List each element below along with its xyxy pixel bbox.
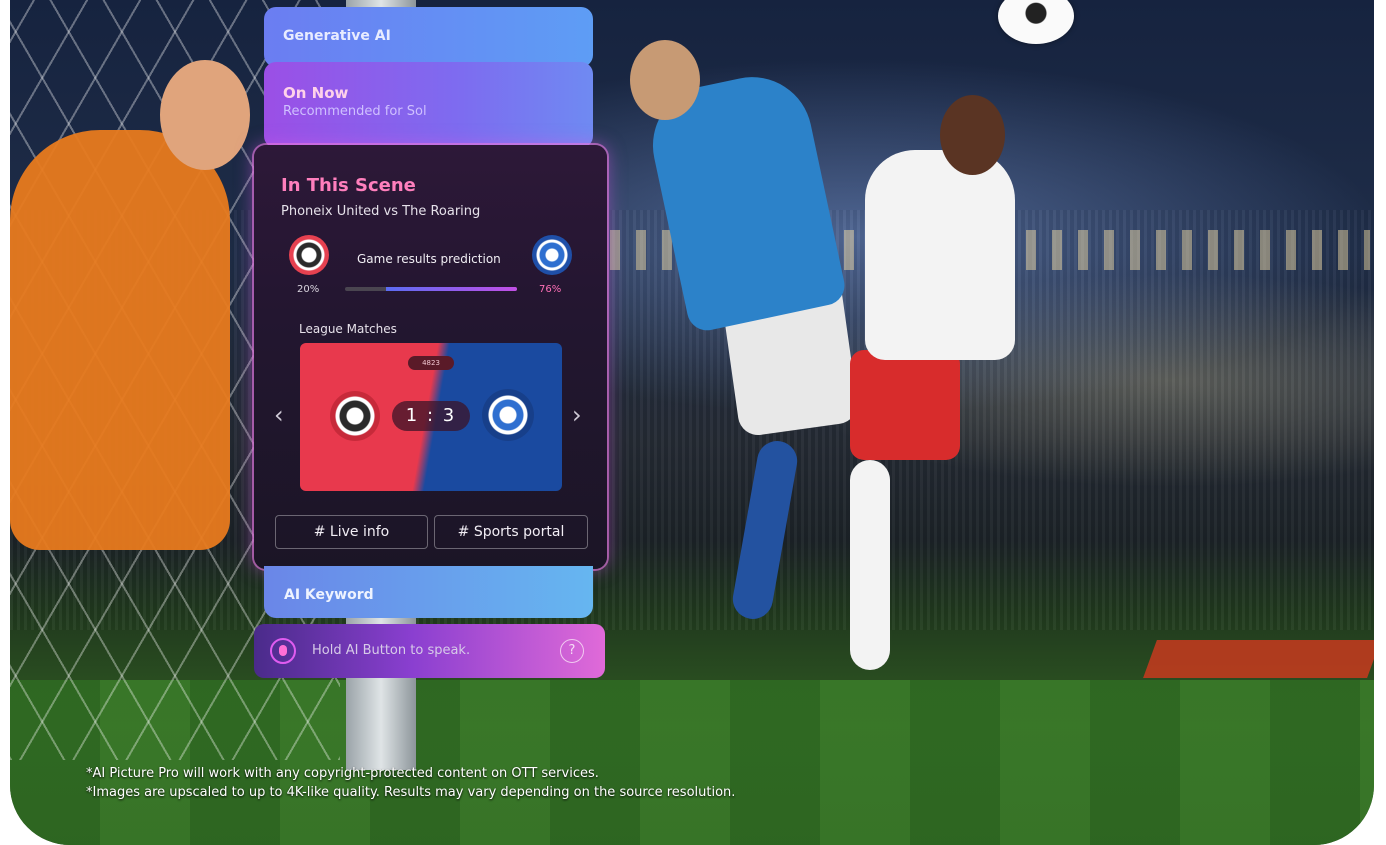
score-separator: : — [426, 405, 436, 426]
voice-prompt-bar[interactable]: Hold AI Button to speak. ? — [254, 624, 605, 678]
live-info-chip[interactable]: # Live info — [275, 515, 428, 549]
score-home: 1 — [405, 405, 420, 426]
match-away-logo — [482, 389, 534, 441]
match-title: Phoneix United vs The Roaring — [281, 204, 481, 219]
prediction-bar-fill — [386, 287, 517, 291]
disclaimer-line-1: *AI Picture Pro will work with any copyr… — [86, 766, 599, 781]
red-player-shorts — [850, 350, 960, 460]
away-percent: 76% — [539, 284, 562, 295]
prediction-label: Game results prediction — [357, 252, 501, 266]
in-this-scene-card: In This Scene Phoneix United vs The Roar… — [254, 145, 607, 569]
match-card[interactable]: 4823 1 : 3 — [300, 343, 562, 491]
disclaimer-line-2: *Images are upscaled to up to 4K-like qu… — [86, 785, 736, 800]
prev-match-arrow[interactable]: ‹ — [274, 401, 284, 429]
help-icon[interactable]: ? — [560, 639, 584, 663]
blue-player-head — [630, 40, 700, 120]
match-score: 1 : 3 — [392, 401, 470, 431]
match-badge: 4823 — [408, 356, 454, 370]
scene-title: In This Scene — [281, 175, 416, 196]
ai-keyword-card[interactable]: AI Keyword — [264, 566, 593, 618]
speak-prompt: Hold AI Button to speak. — [312, 643, 471, 658]
advertising-board — [1143, 640, 1374, 678]
on-now-subtitle: Recommended for Sol — [283, 104, 427, 119]
red-player-head — [940, 95, 1005, 175]
prediction-bar — [345, 287, 517, 291]
goalkeeper — [10, 130, 230, 550]
next-match-arrow[interactable]: › — [572, 401, 582, 429]
home-team-logo — [289, 235, 329, 275]
ai-keyword-label: AI Keyword — [284, 587, 374, 603]
home-percent: 20% — [297, 284, 320, 295]
on-now-card[interactable]: On Now Recommended for Sol — [264, 62, 593, 148]
goalkeeper-head — [160, 60, 250, 170]
away-team-logo — [532, 235, 572, 275]
mic-icon — [270, 638, 296, 664]
red-player — [865, 150, 1015, 360]
red-player-leg — [850, 460, 890, 670]
league-matches-label: League Matches — [299, 322, 397, 336]
match-home-logo — [330, 391, 380, 441]
generative-ai-card[interactable]: Generative AI — [264, 7, 593, 67]
stadium-scene — [10, 0, 1374, 845]
on-now-title: On Now — [283, 84, 349, 102]
generative-ai-label: Generative AI — [283, 28, 391, 44]
score-away: 3 — [442, 405, 457, 426]
sports-portal-chip[interactable]: # Sports portal — [434, 515, 588, 549]
